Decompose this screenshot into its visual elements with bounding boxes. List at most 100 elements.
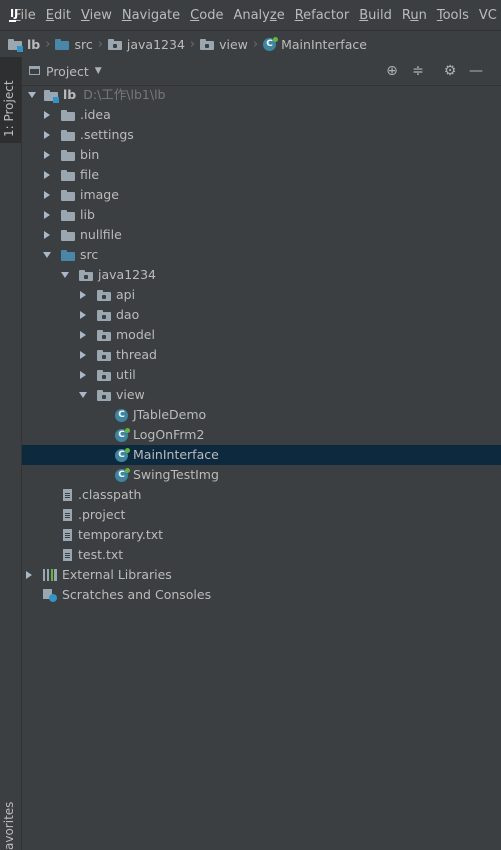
folder-icon (61, 149, 75, 161)
breadcrumb-item-lb[interactable]: lb › (8, 37, 55, 52)
tree-row-package[interactable]: api (22, 285, 501, 305)
tree-row-package[interactable]: view (22, 385, 501, 405)
chevron-right-icon[interactable] (44, 231, 50, 239)
menu-refactor[interactable]: Refactor (295, 8, 350, 23)
chevron-down-icon[interactable] (28, 92, 36, 98)
tree-row-package[interactable]: util (22, 365, 501, 385)
chevron-down-icon[interactable] (79, 392, 87, 398)
file-icon (63, 509, 72, 521)
tree-row-folder[interactable]: file (22, 165, 501, 185)
class-icon: C (115, 447, 130, 462)
project-tool-button[interactable]: 1: Project (0, 57, 21, 143)
chevron-right-icon[interactable] (44, 111, 50, 119)
module-folder-icon (8, 38, 23, 52)
package-icon (79, 269, 93, 281)
breadcrumb-item-src[interactable]: src › (55, 37, 107, 52)
tree-row-file[interactable]: .project (22, 505, 501, 525)
class-icon: C (115, 408, 128, 422)
project-tree: lb D:\工作\lb1\lb .idea .settings bin file… (22, 85, 501, 605)
chevron-right-icon[interactable] (44, 191, 50, 199)
file-icon (63, 489, 72, 501)
breadcrumb-item-view[interactable]: view › (200, 37, 263, 52)
folder-icon (61, 209, 75, 221)
chevron-right-icon[interactable] (26, 571, 32, 579)
menu-view[interactable]: View (81, 8, 112, 23)
tree-row-class[interactable]: C SwingTestImg (22, 465, 501, 485)
tree-row-folder[interactable]: bin (22, 145, 501, 165)
scratch-icon (43, 588, 57, 602)
gear-icon[interactable]: ⚙ (442, 63, 458, 79)
tree-row-folder[interactable]: lib (22, 205, 501, 225)
menu-code[interactable]: Code (190, 8, 223, 23)
package-icon (107, 38, 122, 50)
package-icon (97, 329, 111, 341)
package-icon (97, 389, 111, 401)
breadcrumb-item-java1234[interactable]: java1234 › (107, 37, 200, 52)
menu-bar: IJ File Edit View Navigate Code Analyze … (0, 0, 501, 30)
package-icon (97, 349, 111, 361)
menu-run[interactable]: Run (402, 8, 427, 23)
package-icon (97, 309, 111, 321)
menu-analyze[interactable]: Analyze (233, 8, 284, 23)
chevron-right-icon[interactable] (44, 151, 50, 159)
favorites-tool-button[interactable]: avorites (2, 802, 16, 850)
tree-row-folder[interactable]: .idea (22, 105, 501, 125)
tree-row-package[interactable]: thread (22, 345, 501, 365)
folder-icon (61, 109, 75, 121)
chevron-right-icon[interactable] (44, 171, 50, 179)
project-panel: Project ▼ ⊕ ≑ ⚙ — lb D:\工作\lb1\lb .idea … (22, 57, 501, 850)
hide-icon[interactable]: — (468, 63, 484, 79)
tree-row-scratches[interactable]: Scratches and Consoles (22, 585, 501, 605)
class-icon: C (115, 427, 130, 442)
chevron-right-icon[interactable] (44, 211, 50, 219)
tree-row-folder[interactable]: .settings (22, 125, 501, 145)
menu-tools[interactable]: Tools (437, 8, 469, 23)
collapse-all-icon[interactable]: ≑ (410, 63, 426, 79)
locate-icon[interactable]: ⊕ (384, 63, 400, 79)
chevron-right-icon[interactable] (80, 311, 86, 319)
left-tool-strip: 1: Project avorites (0, 57, 22, 850)
tree-row-external-libraries[interactable]: External Libraries (22, 565, 501, 585)
project-panel-header: Project ▼ ⊕ ≑ ⚙ — (22, 57, 501, 86)
project-window-icon (29, 66, 40, 75)
chevron-down-icon[interactable] (61, 272, 69, 278)
tree-row-folder[interactable]: image (22, 185, 501, 205)
tree-row-package[interactable]: java1234 (22, 265, 501, 285)
tree-row-root[interactable]: lb D:\工作\lb1\lb (22, 85, 501, 105)
tree-row-class-selected[interactable]: C MainInterface (22, 445, 501, 465)
chevron-right-icon[interactable] (80, 291, 86, 299)
text-file-icon (63, 529, 72, 541)
folder-icon (61, 129, 75, 141)
menu-navigate[interactable]: Navigate (122, 8, 180, 23)
class-icon: C (115, 467, 130, 482)
menu-vcs[interactable]: VC (479, 8, 497, 23)
tree-row-package[interactable]: model (22, 325, 501, 345)
breadcrumb-item-maininterface[interactable]: C MainInterface (263, 36, 367, 52)
library-icon (43, 569, 57, 581)
project-view-selector[interactable]: Project (46, 64, 89, 79)
module-folder-icon (44, 89, 59, 103)
menu-edit[interactable]: Edit (46, 8, 71, 23)
tree-row-src[interactable]: src (22, 245, 501, 265)
tree-row-class[interactable]: C LogOnFrm2 (22, 425, 501, 445)
chevron-right-icon[interactable] (44, 131, 50, 139)
tree-row-folder[interactable]: nullfile (22, 225, 501, 245)
source-folder-icon (61, 249, 75, 261)
tree-row-file[interactable]: temporary.txt (22, 525, 501, 545)
tree-row-file[interactable]: .classpath (22, 485, 501, 505)
tree-row-package[interactable]: dao (22, 305, 501, 325)
chevron-right-icon[interactable] (80, 351, 86, 359)
chevron-down-icon[interactable] (43, 252, 51, 258)
chevron-right-icon[interactable] (80, 331, 86, 339)
folder-icon (61, 169, 75, 181)
class-icon: C (263, 36, 279, 51)
breadcrumb: lb › src › java1234 › view › C MainInterface (0, 30, 501, 58)
source-folder-icon (55, 38, 70, 50)
text-file-icon (63, 549, 72, 561)
menu-build[interactable]: Build (359, 8, 392, 23)
folder-icon (61, 189, 75, 201)
tree-row-class[interactable]: C JTableDemo (22, 405, 501, 425)
chevron-right-icon[interactable] (80, 371, 86, 379)
tree-row-file[interactable]: test.txt (22, 545, 501, 565)
chevron-down-icon[interactable]: ▼ (95, 66, 102, 76)
